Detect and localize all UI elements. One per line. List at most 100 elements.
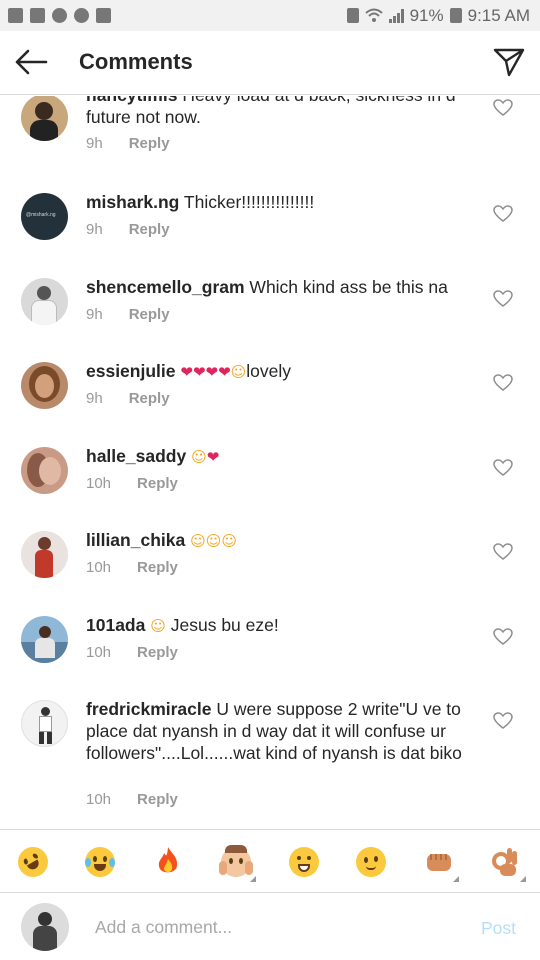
- fist-emoji-icon[interactable]: [421, 844, 459, 882]
- comment-meta: 10h Reply: [86, 475, 178, 492]
- comment-text: mishark.ng Thicker!!!!!!!!!!!!!!!: [86, 191, 476, 213]
- face-emoji: ☺: [150, 617, 166, 635]
- comment-body: Which kind ass be this na: [249, 277, 448, 297]
- comment-meta: 9h Reply: [86, 306, 170, 323]
- comment-time: 9h: [86, 135, 103, 152]
- comment-body: Jesus bu eze!: [170, 615, 279, 635]
- hearts-emoji: ❤❤❤❤: [180, 363, 231, 381]
- lock-icon: [346, 8, 359, 23]
- comment-meta: 10h Reply: [86, 644, 178, 661]
- page-title: Comments: [79, 49, 193, 74]
- avatar-logo-text: @mishark.ng: [26, 212, 56, 218]
- comment-text: essienjulie ❤❤❤❤☺lovely: [86, 360, 476, 383]
- reply-button[interactable]: Reply: [129, 135, 170, 152]
- like-heart-icon[interactable]: [493, 543, 513, 561]
- avatar[interactable]: [21, 96, 68, 141]
- notification-icons: [8, 8, 111, 23]
- avatar[interactable]: [21, 278, 68, 325]
- reply-button[interactable]: Reply: [129, 390, 170, 407]
- like-heart-icon[interactable]: [493, 712, 513, 730]
- system-icons: 91% 9:15 AM: [346, 5, 530, 26]
- face-with-hands-emoji-icon[interactable]: [218, 844, 256, 882]
- comment-text: 101ada ☺ Jesus bu eze!: [86, 614, 476, 637]
- comment-username[interactable]: halle_saddy: [86, 446, 186, 466]
- comment-time: 10h: [86, 791, 112, 808]
- screenshot-icon: [30, 8, 45, 23]
- direct-send-icon[interactable]: [492, 46, 526, 78]
- reply-button[interactable]: Reply: [129, 221, 170, 238]
- ok-hand-emoji-icon[interactable]: [488, 844, 526, 882]
- current-user-avatar: [21, 903, 69, 951]
- skin-tone-indicator: [520, 876, 526, 882]
- avatar[interactable]: @mishark.ng: [21, 193, 68, 240]
- wifi-icon: [364, 8, 383, 22]
- comment-username[interactable]: lillian_chika: [86, 530, 185, 550]
- comment-list[interactable]: nancytimis Heavy load at d back, sicknes…: [0, 96, 540, 829]
- like-heart-icon[interactable]: [493, 374, 513, 392]
- like-heart-icon[interactable]: [493, 628, 513, 646]
- comment-time: 9h: [86, 221, 103, 238]
- comment-username[interactable]: nancytimis: [86, 96, 177, 105]
- whatsapp-icon: [52, 8, 67, 23]
- reply-button[interactable]: Reply: [137, 644, 178, 661]
- reply-button[interactable]: Reply: [137, 475, 178, 492]
- skin-tone-indicator: [250, 876, 256, 882]
- emoji-quick-bar: [0, 829, 540, 893]
- like-heart-icon[interactable]: [493, 99, 513, 117]
- comment-username[interactable]: fredrickmiracle: [86, 699, 212, 719]
- comment-text: nancytimis Heavy load at d back, sicknes…: [86, 96, 476, 128]
- comment-text: shencemello_gram Which kind ass be this …: [86, 276, 476, 298]
- facebook-icon: [8, 8, 23, 23]
- comment-username[interactable]: essienjulie: [86, 361, 176, 381]
- comment-username[interactable]: 101ada: [86, 615, 145, 635]
- signal-icon: [388, 8, 404, 23]
- like-heart-icon[interactable]: [493, 205, 513, 223]
- comment-body: lovely: [246, 361, 292, 381]
- post-button[interactable]: Post: [481, 918, 516, 939]
- comment-time: 9h: [86, 306, 103, 323]
- heart-emoji: ❤: [206, 448, 220, 466]
- like-heart-icon[interactable]: [493, 459, 513, 477]
- comment-username[interactable]: mishark.ng: [86, 192, 179, 212]
- skin-tone-indicator: [453, 876, 459, 882]
- header: Comments: [0, 31, 540, 95]
- reply-button[interactable]: Reply: [137, 791, 178, 808]
- rolling-laughing-emoji-icon[interactable]: [12, 841, 54, 883]
- tears-of-joy-emoji-icon[interactable]: [82, 844, 118, 880]
- avatar[interactable]: [21, 700, 68, 747]
- battery-icon: [449, 8, 462, 23]
- kiss-emoji: ☺: [191, 448, 207, 466]
- back-arrow-icon[interactable]: [14, 47, 48, 77]
- comment-meta: 10h Reply: [86, 559, 178, 576]
- comment-time: 9h: [86, 390, 103, 407]
- avatar[interactable]: [21, 362, 68, 409]
- gallery-icon: [96, 8, 111, 23]
- kiss-emoji: ☺☺☺: [190, 532, 238, 550]
- comment-meta: 9h Reply: [86, 135, 170, 152]
- avatar[interactable]: [21, 531, 68, 578]
- comment-input[interactable]: [95, 914, 455, 940]
- comment-meta: 9h Reply: [86, 390, 170, 407]
- comment-time: 10h: [86, 559, 112, 576]
- like-heart-icon[interactable]: [493, 290, 513, 308]
- comment-time: 10h: [86, 475, 112, 492]
- comment-meta: 9h Reply: [86, 221, 170, 238]
- clock: 9:15 AM: [467, 5, 530, 25]
- fire-emoji-icon[interactable]: [150, 844, 186, 880]
- reply-button[interactable]: Reply: [129, 306, 170, 323]
- woozy-emoji-icon[interactable]: [353, 844, 389, 880]
- comment-meta: 10h Reply: [86, 791, 178, 808]
- comment-text: halle_saddy ☺❤: [86, 445, 476, 468]
- comment-time: 10h: [86, 644, 112, 661]
- heart-eyes-emoji: ☺: [230, 363, 247, 381]
- comment-text: fredrickmiracle U were suppose 2 write"U…: [86, 698, 476, 764]
- status-bar: 91% 9:15 AM: [0, 0, 540, 31]
- avatar[interactable]: [21, 447, 68, 494]
- battery-percent: 91%: [409, 5, 444, 25]
- comment-username[interactable]: shencemello_gram: [86, 277, 245, 297]
- whatsapp-icon-2: [74, 8, 89, 23]
- avatar[interactable]: [21, 616, 68, 663]
- comment-composer: Post: [0, 894, 540, 960]
- grinning-emoji-icon[interactable]: [286, 844, 322, 880]
- reply-button[interactable]: Reply: [137, 559, 178, 576]
